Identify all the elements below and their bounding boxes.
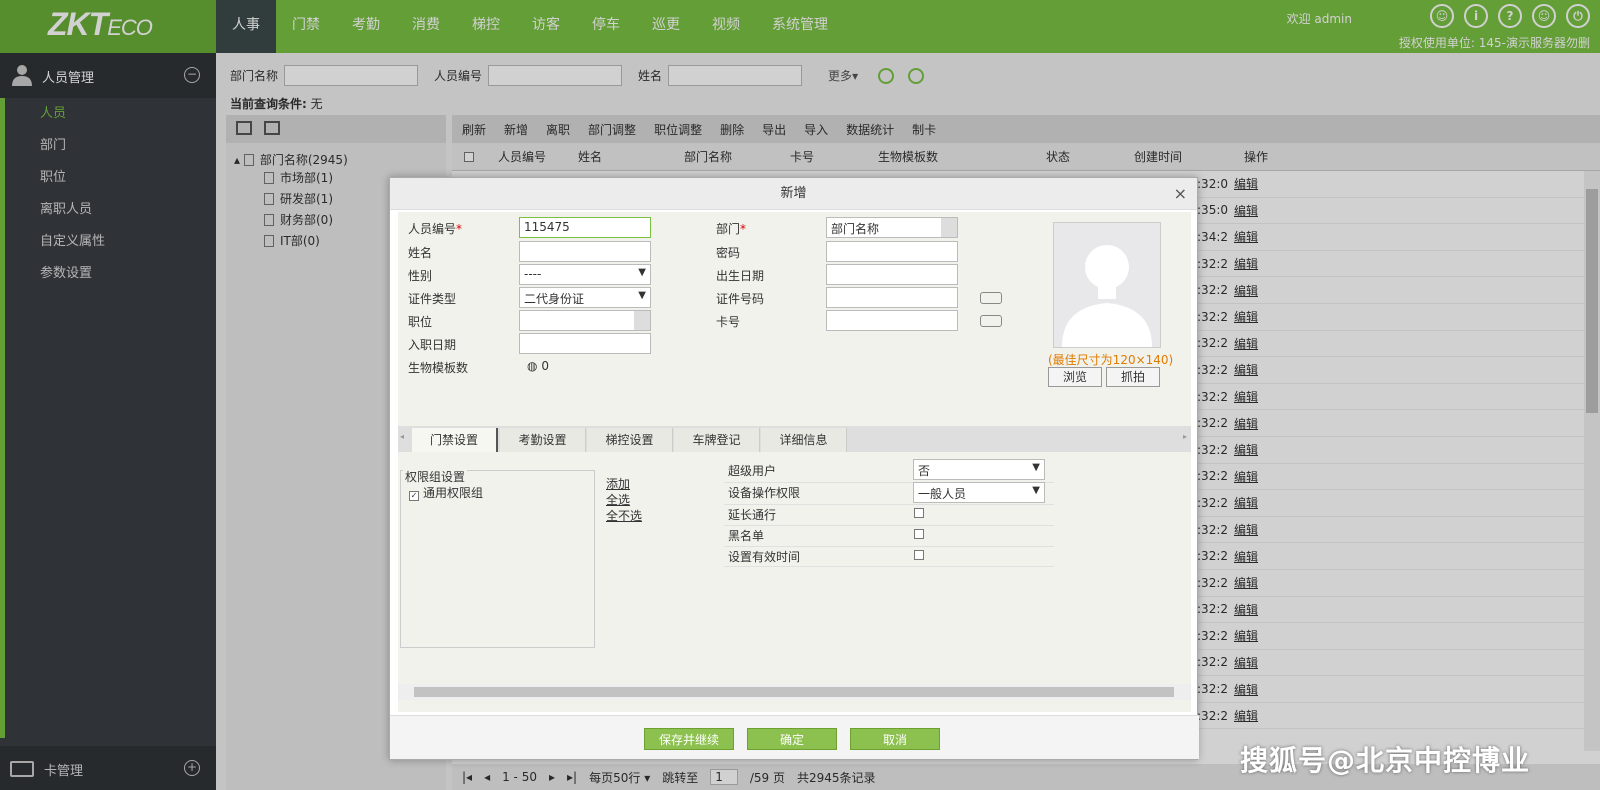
- extend-pass-label: 延长通行: [728, 508, 777, 522]
- name-input[interactable]: [519, 241, 651, 262]
- pin-input[interactable]: 115475: [519, 217, 651, 238]
- dialog-body: 人员编号* 115475 姓名 性别 ---- ▼ 证件类型 二代身份证 ▼ 职位 …: [398, 212, 1191, 712]
- add-link[interactable]: 添加: [606, 476, 642, 492]
- photo-placeholder: [1053, 222, 1161, 348]
- permission-group-item[interactable]: ✓ 通用权限组: [409, 484, 483, 501]
- extend-pass-checkbox[interactable]: [914, 508, 924, 518]
- tab-elevator-settings[interactable]: 梯控设置: [587, 428, 673, 452]
- gender-select[interactable]: ---- ▼: [519, 264, 651, 285]
- cancel-button[interactable]: 取消: [850, 728, 940, 750]
- save-continue-button[interactable]: 保存并继续: [644, 728, 734, 750]
- hire-date-input[interactable]: [519, 333, 651, 354]
- dialog-tabs: ◂ 门禁设置 考勤设置 梯控设置 车牌登记 详细信息 ▸: [398, 426, 1191, 452]
- pin-label: 人员编号*: [408, 222, 463, 236]
- dept-select[interactable]: 部门名称: [826, 217, 958, 238]
- tab-access-settings[interactable]: 门禁设置: [412, 428, 498, 452]
- name-label: 姓名: [408, 246, 433, 260]
- bio-count-label: 生物模板数: [408, 361, 469, 375]
- id-reader-icon[interactable]: [980, 292, 1002, 304]
- dialog-title: 新增 ×: [390, 178, 1197, 210]
- deselect-all-link[interactable]: 全不选: [606, 508, 642, 524]
- blacklist-checkbox[interactable]: [914, 529, 924, 539]
- select-all-link[interactable]: 全选: [606, 492, 642, 508]
- id-type-label: 证件类型: [408, 292, 457, 306]
- photo-size-hint: (最佳尺寸为120×140): [1048, 353, 1174, 367]
- gender-label: 性别: [408, 269, 433, 283]
- position-select[interactable]: [519, 310, 651, 331]
- tab-scroll-right-icon[interactable]: ▸: [1183, 432, 1187, 441]
- watermark: 搜狐号@北京中控博业: [1240, 744, 1531, 777]
- super-user-select[interactable]: 否 ▼: [913, 459, 1045, 480]
- id-no-input[interactable]: [826, 287, 958, 308]
- password-label: 密码: [716, 246, 741, 260]
- device-perm-label: 设备操作权限: [728, 486, 801, 500]
- hire-date-label: 入职日期: [408, 338, 457, 352]
- position-label: 职位: [408, 315, 433, 329]
- close-icon[interactable]: ×: [1174, 178, 1187, 210]
- browse-button[interactable]: 浏览: [1048, 367, 1102, 387]
- bio-count-value: ◍ 0: [527, 359, 549, 373]
- tab-attendance-settings[interactable]: 考勤设置: [500, 428, 586, 452]
- birthday-label: 出生日期: [716, 269, 765, 283]
- id-no-label: 证件号码: [716, 292, 765, 306]
- tab-plate-registration[interactable]: 车牌登记: [674, 428, 760, 452]
- dialog-horizontal-scrollbar[interactable]: [398, 684, 1191, 700]
- password-input[interactable]: [826, 241, 958, 262]
- valid-time-checkbox[interactable]: [914, 550, 924, 560]
- birthday-input[interactable]: [826, 264, 958, 285]
- dept-label: 部门*: [716, 222, 747, 236]
- card-reader-icon[interactable]: [980, 315, 1002, 327]
- add-person-dialog: 新增 × 人员编号* 115475 姓名 性别 ---- ▼ 证件类型 二代身份证 ▼…: [389, 177, 1199, 760]
- fingerprint-icon: ◍: [527, 359, 538, 373]
- blacklist-label: 黑名单: [728, 529, 765, 543]
- valid-time-label: 设置有效时间: [728, 550, 801, 564]
- permission-group-title: 权限组设置: [403, 468, 468, 485]
- ok-button[interactable]: 确定: [747, 728, 837, 750]
- dialog-footer: 保存并继续 确定 取消: [390, 715, 1199, 759]
- tab-scroll-left-icon[interactable]: ◂: [400, 432, 404, 441]
- super-user-label: 超级用户: [728, 464, 777, 478]
- permission-links: 添加 全选 全不选: [606, 476, 642, 524]
- card-no-input[interactable]: [826, 310, 958, 331]
- device-perm-select[interactable]: 一般人员 ▼: [913, 482, 1045, 503]
- permission-group-box: 权限组设置 ✓ 通用权限组: [400, 468, 595, 648]
- id-type-select[interactable]: 二代身份证 ▼: [519, 287, 651, 308]
- capture-button[interactable]: 抓拍: [1106, 367, 1160, 387]
- tab-details[interactable]: 详细信息: [761, 428, 847, 452]
- avatar-silhouette-icon: [1062, 245, 1152, 347]
- card-no-label: 卡号: [716, 315, 741, 329]
- permission-checkbox[interactable]: ✓: [409, 491, 419, 501]
